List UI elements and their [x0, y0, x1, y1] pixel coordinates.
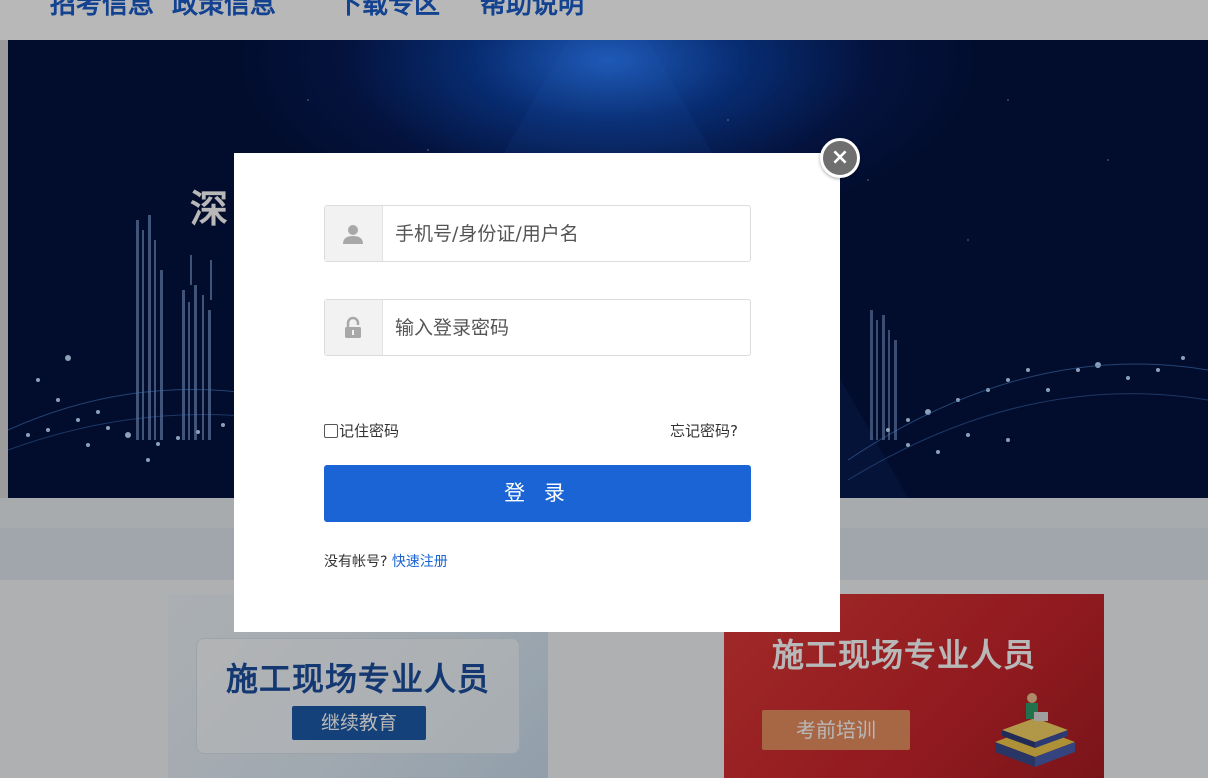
register-link[interactable]: 快速注册: [392, 554, 448, 570]
user-icon-cell: [325, 206, 383, 261]
forgot-password-link[interactable]: 忘记密码?: [670, 420, 738, 441]
close-icon[interactable]: ×: [820, 138, 860, 178]
remember-label: 记住密码: [339, 422, 400, 440]
register-row: 没有帐号? 快速注册: [324, 551, 448, 571]
username-input[interactable]: [395, 216, 735, 251]
lock-icon: [345, 316, 361, 338]
no-account-text: 没有帐号?: [324, 554, 388, 570]
remember-password[interactable]: 记住密码: [324, 420, 399, 441]
password-input[interactable]: [395, 310, 735, 345]
lock-icon-cell: [325, 300, 383, 355]
login-button[interactable]: 登 录: [324, 465, 751, 522]
user-icon: [343, 225, 363, 244]
password-field: [324, 299, 751, 356]
remember-checkbox[interactable]: [324, 423, 338, 438]
username-field: [324, 205, 751, 262]
login-modal: 记住密码 忘记密码? 登 录 没有帐号? 快速注册: [234, 153, 840, 632]
